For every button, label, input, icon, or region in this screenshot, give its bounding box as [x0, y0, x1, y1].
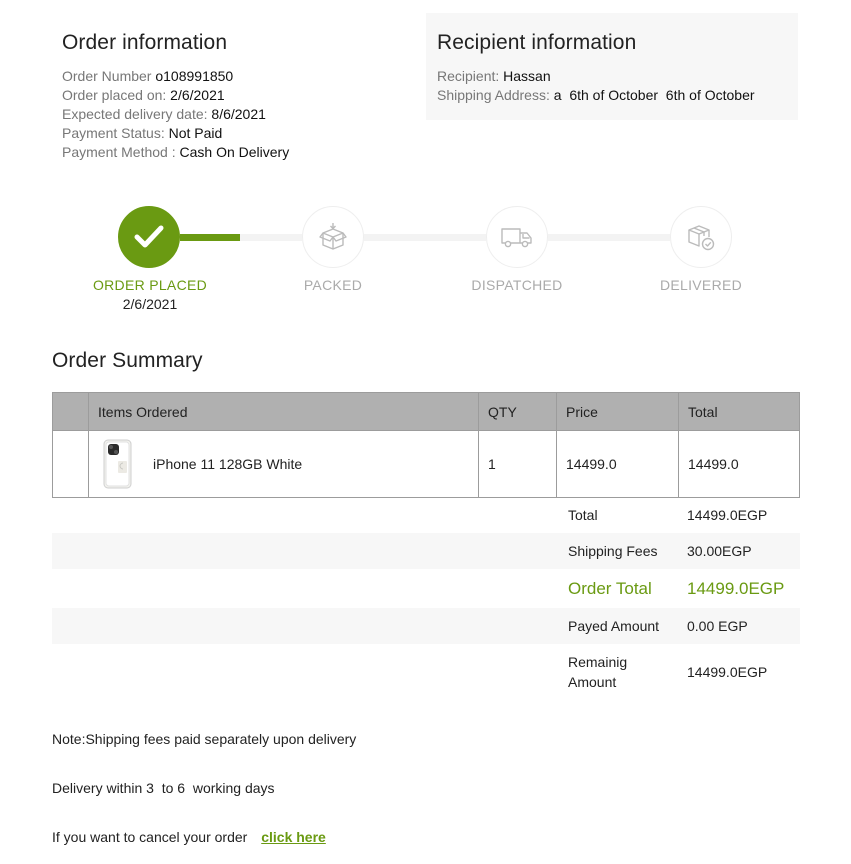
recipient-info-title: Recipient information	[437, 31, 637, 54]
header-items-ordered: Items Ordered	[88, 392, 479, 431]
payment-status: Not Paid	[168, 125, 223, 141]
payed-amount-value: 0.00 EGP	[687, 618, 748, 634]
step-order-placed	[118, 206, 180, 268]
total-label: Total	[568, 507, 598, 523]
cancel-order-note: If you want to cancel your order click h…	[52, 829, 326, 845]
order-info-title: Order information	[62, 31, 228, 54]
check-icon	[134, 225, 164, 248]
shipping-fees-note: Note:Shipping fees paid separately upon …	[52, 731, 357, 747]
totals-row-remaining: Remainig Amount 14499.0EGP	[52, 644, 800, 700]
cancel-order-text: If you want to cancel your order	[52, 829, 248, 845]
header-blank	[52, 392, 89, 431]
remaining-amount-value: 14499.0EGP	[687, 664, 768, 680]
item-name: iPhone 11 128GB White	[153, 456, 303, 472]
step-label-delivered: DELIVERED	[659, 277, 743, 293]
payment-method: Cash On Delivery	[179, 144, 290, 160]
order-summary-title: Order Summary	[52, 349, 203, 372]
order-number: o108991850	[155, 68, 234, 84]
shipping-address: a 6th of October 6th of October	[553, 87, 755, 103]
total-value: 14499.0EGP	[687, 507, 768, 523]
step-dispatched	[486, 206, 548, 268]
totals-row-order-total: Order Total 14499.0EGP	[52, 569, 800, 608]
item-cell: iPhone 11 128GB White	[88, 430, 479, 498]
order-total-label: Order Total	[568, 579, 652, 598]
totals-row-shipping: Shipping Fees 30.00EGP	[52, 533, 800, 569]
table-header-row: Items Ordered QTY Price Total	[52, 392, 800, 431]
track-segment-3	[548, 234, 670, 241]
header-price: Price	[556, 392, 679, 431]
step-delivered	[670, 206, 732, 268]
delivery-note: Delivery within 3 to 6 working days	[52, 780, 275, 796]
table-row: iPhone 11 128GB White 1 14499.0 14499.0	[52, 430, 800, 498]
shipping-fees-value: 30.00EGP	[687, 543, 752, 559]
step-label-order-placed: ORDER PLACED	[92, 277, 208, 293]
totals-row-payed: Payed Amount 0.00 EGP	[52, 608, 800, 644]
expected-delivery-row: Expected delivery date: 8/6/2021	[62, 106, 266, 122]
track-segment-1	[240, 234, 302, 241]
payment-status-row: Payment Status: Not Paid	[62, 125, 223, 141]
item-price: 14499.0	[556, 430, 679, 498]
recipient-info-panel: Recipient information Recipient: Hassan …	[426, 13, 798, 120]
order-items-table: Items Ordered QTY Price Total iPhone 11 …	[52, 392, 800, 498]
payment-method-row: Payment Method : Cash On Delivery	[62, 144, 290, 160]
remaining-amount-label-2: Amount	[568, 674, 617, 690]
shipping-fees-label: Shipping Fees	[568, 543, 658, 559]
step-packed	[302, 206, 364, 268]
payed-amount-label: Payed Amount	[568, 618, 660, 634]
iphone-image	[103, 439, 132, 489]
shipping-address-row: Shipping Address: a 6th of October 6th o…	[437, 87, 755, 103]
item-total: 14499.0	[678, 430, 800, 498]
truck-icon	[501, 228, 532, 248]
header-total: Total	[678, 392, 800, 431]
step-label-packed: PACKED	[303, 277, 363, 293]
order-total-value: 14499.0EGP	[687, 579, 785, 598]
expected-delivery-date: 8/6/2021	[211, 106, 266, 122]
step-label-dispatched: DISPATCHED	[471, 277, 563, 293]
order-placed-date: 2/6/2021	[170, 87, 225, 103]
header-qty: QTY	[478, 392, 557, 431]
remaining-amount-label-1: Remainig	[568, 654, 628, 670]
delivered-box-icon	[688, 225, 715, 251]
item-qty: 1	[478, 430, 557, 498]
cancel-order-link[interactable]: click here	[261, 829, 326, 845]
order-placed-row: Order placed on: 2/6/2021	[62, 87, 225, 103]
track-segment-1-done	[180, 234, 240, 241]
order-info-list: Order Number o108991850 Order placed on:…	[62, 67, 289, 162]
order-number-row: Order Number o108991850	[62, 68, 234, 84]
row-blank-cell	[52, 430, 89, 498]
totals-row-total: Total 14499.0EGP	[52, 497, 800, 533]
recipient-name: Hassan	[503, 68, 551, 84]
box-icon	[319, 223, 347, 250]
track-segment-2	[364, 234, 486, 241]
recipient-row: Recipient: Hassan	[437, 68, 551, 84]
step-date-order-placed: 2/6/2021	[122, 296, 178, 312]
